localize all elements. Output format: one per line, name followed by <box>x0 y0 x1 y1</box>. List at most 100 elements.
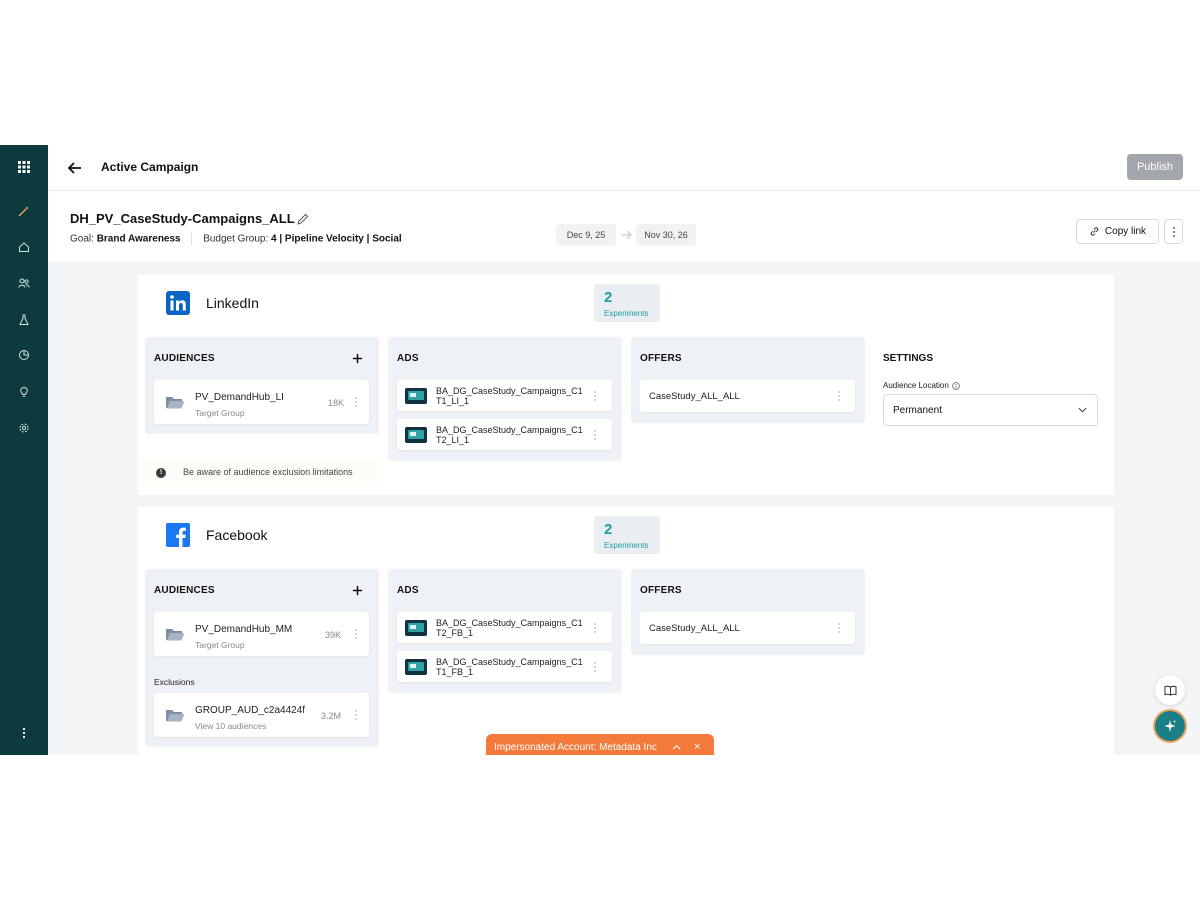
ad-name: BA_DG_CaseStudy_Campaigns_C1T2_LI_1 <box>436 425 583 445</box>
exclusion-card[interactable]: GROUP_AUD_c2a4424f View 10 audiences 3.2… <box>154 693 369 737</box>
lightbulb-icon[interactable] <box>14 382 34 402</box>
more-vertical-icon[interactable] <box>591 660 599 674</box>
campaign-name: DH_PV_CaseStudy-Campaigns_ALL <box>70 211 295 226</box>
page-title: Active Campaign <box>101 160 199 174</box>
campaign-meta: Goal: Brand Awareness Budget Group: 4 | … <box>70 233 402 245</box>
offer-name: CaseStudy_ALL_ALL <box>649 391 740 402</box>
folder-open-icon <box>166 397 185 409</box>
end-date[interactable]: Nov 30, 26 <box>636 224 696 246</box>
audiences-column: AUDIENCES PV_DemandHub_MM Target Group 3… <box>145 569 379 747</box>
platform-name: LinkedIn <box>206 295 259 311</box>
home-icon[interactable] <box>14 237 34 257</box>
budget-label: Budget Group: <box>203 233 269 245</box>
audience-size: 39K <box>325 630 342 640</box>
copy-link-label: Copy link <box>1104 226 1147 237</box>
impersonation-text: Impersonated Account: Metadata Inc <box>494 742 657 753</box>
audience-type: Target Group <box>195 640 245 650</box>
column-title: ADS <box>397 353 419 364</box>
ad-card[interactable]: BA_DG_CaseStudy_Campaigns_C1T1_LI_1 <box>397 380 612 411</box>
ad-name: BA_DG_CaseStudy_Campaigns_C1T1_LI_1 <box>436 386 583 406</box>
chevron-up-icon[interactable] <box>672 743 681 752</box>
more-vertical-icon[interactable] <box>352 627 360 641</box>
settings-gear-icon[interactable] <box>14 418 34 438</box>
ad-card[interactable]: BA_DG_CaseStudy_Campaigns_C1T2_LI_1 <box>397 419 612 450</box>
column-title: ADS <box>397 585 419 596</box>
experiments-badge[interactable]: 2 Experiments <box>594 284 660 322</box>
experiments-label: Experiments <box>604 309 649 318</box>
exclusions-label: Exclusions <box>154 677 195 687</box>
more-vertical-icon[interactable] <box>591 428 599 442</box>
publish-button[interactable]: Publish <box>1127 154 1183 180</box>
more-vertical-icon <box>1172 226 1175 237</box>
audience-card[interactable]: PV_DemandHub_LI Target Group 18K <box>154 380 369 424</box>
audience-location-value: Permanent <box>893 404 942 416</box>
close-icon[interactable]: × <box>694 741 700 753</box>
top-bar: Active Campaign Publish <box>48 145 1200 191</box>
offer-card[interactable]: CaseStudy_ALL_ALL <box>640 612 855 644</box>
flask-icon[interactable] <box>14 310 34 330</box>
more-vertical-icon[interactable] <box>591 389 599 403</box>
offers-column: OFFERS CaseStudy_ALL_ALL <box>631 337 865 423</box>
more-options-button[interactable] <box>1164 219 1183 244</box>
add-audience-button[interactable] <box>349 582 365 598</box>
plus-icon <box>352 585 362 595</box>
audience-card[interactable]: PV_DemandHub_MM Target Group 39K <box>154 612 369 656</box>
users-icon[interactable] <box>14 273 34 293</box>
back-arrow-icon[interactable] <box>66 159 84 177</box>
magic-wand-icon[interactable] <box>14 201 34 221</box>
folder-open-icon <box>166 710 185 722</box>
ad-thumbnail <box>405 620 427 636</box>
more-vertical-icon[interactable] <box>352 395 360 409</box>
exclusion-size: 3.2M <box>321 711 342 721</box>
experiments-label: Experiments <box>604 541 649 550</box>
ad-thumbnail <box>405 388 427 404</box>
book-open-icon[interactable] <box>1155 675 1185 705</box>
copy-link-button[interactable]: Copy link <box>1076 219 1159 244</box>
column-title: AUDIENCES <box>154 585 215 596</box>
ads-column: ADS BA_DG_CaseStudy_Campaigns_C1T2_FB_1 … <box>388 569 622 693</box>
plus-icon <box>352 353 362 363</box>
facebook-logo-icon <box>166 523 190 547</box>
edit-pencil-icon[interactable] <box>296 212 310 226</box>
more-vertical-icon[interactable] <box>835 389 843 403</box>
ad-thumbnail <box>405 427 427 443</box>
chevron-down-icon <box>1078 407 1087 413</box>
start-date[interactable]: Dec 9, 25 <box>556 224 616 246</box>
column-title: OFFERS <box>640 353 682 364</box>
offers-column: OFFERS CaseStudy_ALL_ALL <box>631 569 865 655</box>
impersonation-bar: Impersonated Account: Metadata Inc × <box>486 734 714 755</box>
more-vertical-icon[interactable] <box>352 708 360 722</box>
column-title: OFFERS <box>640 585 682 596</box>
audience-location-label: Audience Location <box>883 381 960 390</box>
experiments-badge[interactable]: 2 Experiments <box>594 516 660 554</box>
exclusion-name: GROUP_AUD_c2a4424f <box>195 705 306 716</box>
audience-location-select[interactable]: Permanent <box>883 394 1098 426</box>
view-audiences-link[interactable]: View 10 audiences <box>195 721 266 731</box>
ad-card[interactable]: BA_DG_CaseStudy_Campaigns_C1T2_FB_1 <box>397 612 612 643</box>
audiences-column: AUDIENCES PV_DemandHub_LI Target Group 1… <box>145 337 379 434</box>
link-icon <box>1090 227 1099 236</box>
column-title: AUDIENCES <box>154 353 215 364</box>
impersonation-label: Impersonated Account: <box>494 742 597 753</box>
add-audience-button[interactable] <box>349 350 365 366</box>
ai-assistant-sparkle-icon[interactable] <box>1155 711 1185 741</box>
more-vertical-icon[interactable] <box>591 621 599 635</box>
apps-grid-icon[interactable] <box>14 157 34 177</box>
ad-name: BA_DG_CaseStudy_Campaigns_C1T2_FB_1 <box>436 618 583 638</box>
campaign-header: DH_PV_CaseStudy-Campaigns_ALL Goal: Bran… <box>48 191 1200 261</box>
budget-value: 4 | Pipeline Velocity | Social <box>271 233 402 245</box>
goal-label: Goal: <box>70 233 94 245</box>
audience-size: 18K <box>328 398 345 408</box>
pie-chart-icon[interactable] <box>14 345 34 365</box>
folder-open-icon <box>166 629 185 641</box>
ad-thumbnail <box>405 659 427 675</box>
offer-card[interactable]: CaseStudy_ALL_ALL <box>640 380 855 412</box>
audience-location-label-text: Audience Location <box>883 381 949 390</box>
exclusion-warning: ! Be aware of audience exclusion limitat… <box>138 459 382 487</box>
info-icon[interactable] <box>952 381 960 390</box>
experiments-count: 2 <box>604 289 613 306</box>
ad-card[interactable]: BA_DG_CaseStudy_Campaigns_C1T1_FB_1 <box>397 651 612 682</box>
more-vertical-icon[interactable] <box>835 621 843 635</box>
more-vertical-icon[interactable] <box>14 723 34 743</box>
platform-name: Facebook <box>206 527 268 543</box>
